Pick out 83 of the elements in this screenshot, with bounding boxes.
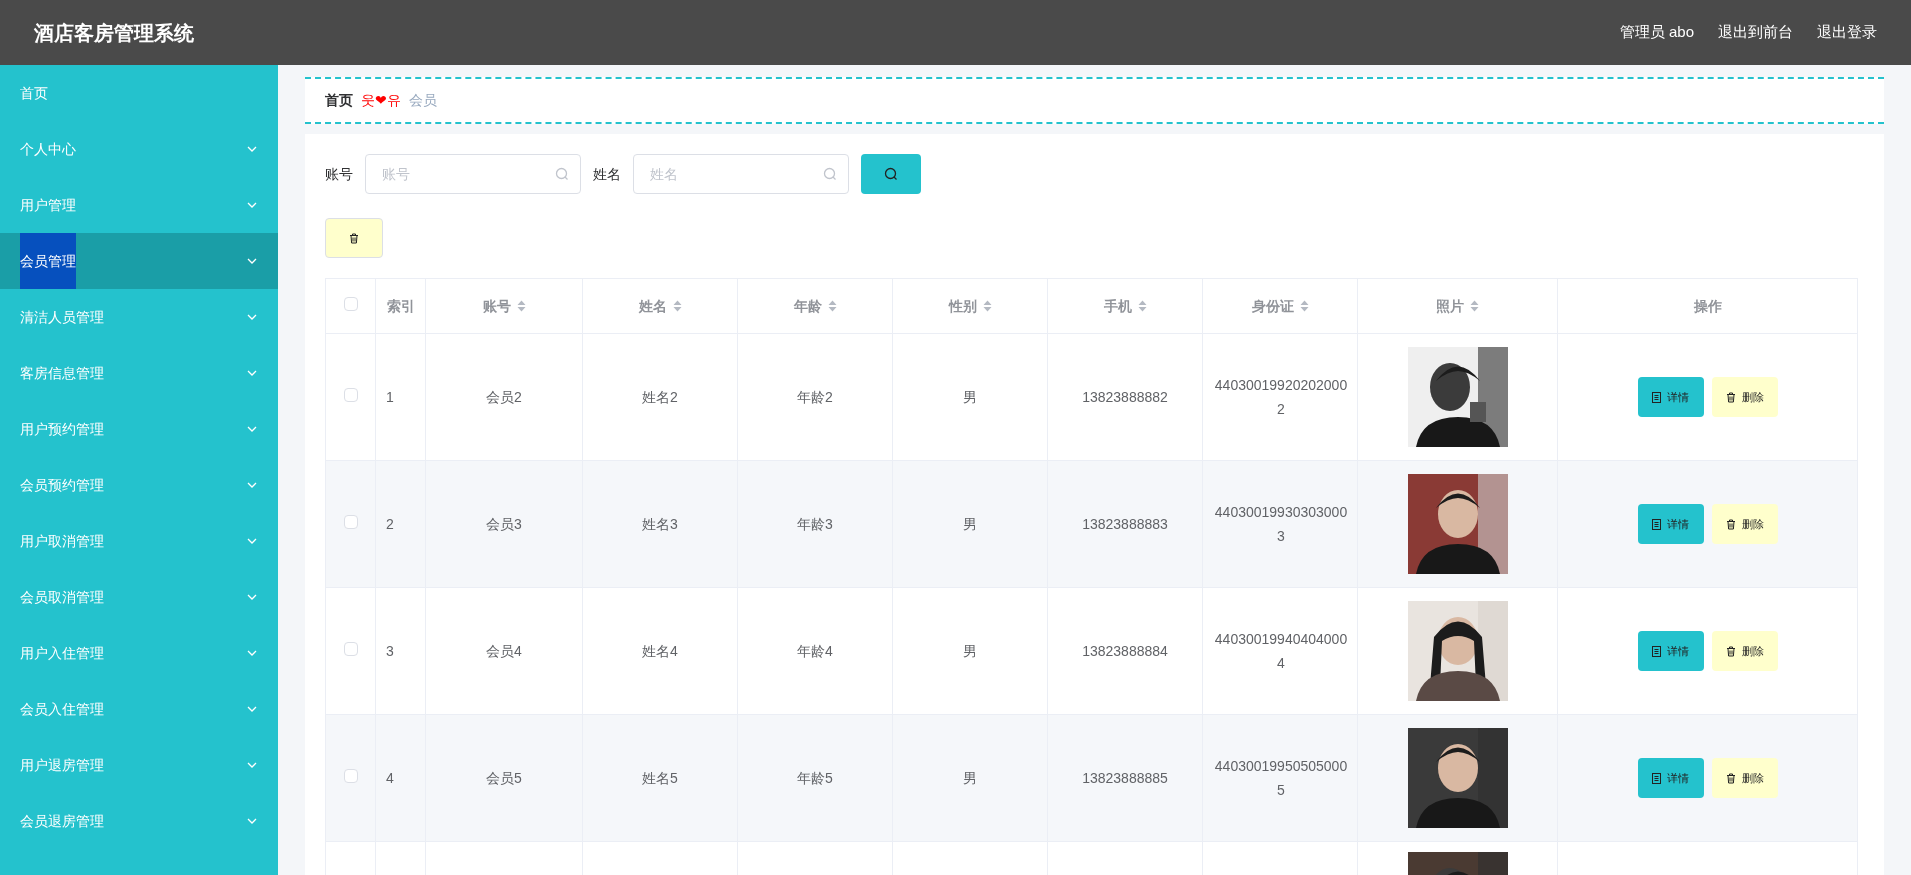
column-header: 手机: [1103, 296, 1132, 316]
table-cell: 会员3: [486, 516, 522, 532]
table-cell: 会员5: [486, 770, 522, 786]
table-cell-text: 440300199404040004: [1213, 630, 1349, 673]
table-cell: 年龄2: [797, 389, 833, 405]
header-link[interactable]: 退出登录: [1817, 21, 1877, 44]
trash-icon: [1725, 391, 1736, 403]
search-field[interactable]: 账号: [365, 154, 581, 194]
details-button[interactable]: 详情: [1637, 631, 1704, 671]
header-link[interactable]: 退出到前台: [1718, 21, 1793, 44]
delete-row-button[interactable]: 删除: [1711, 377, 1778, 417]
app-title: 酒店客房管理系统: [34, 20, 194, 46]
row-checkbox[interactable]: [343, 514, 358, 529]
sort-icon[interactable]: [1470, 300, 1479, 312]
table-cell-text: 440300199202020002: [1213, 376, 1349, 419]
delete-row-button[interactable]: 删除: [1711, 504, 1778, 544]
column-header: 照片: [1436, 296, 1464, 316]
document-icon: [1652, 518, 1661, 530]
search-icon: [823, 167, 837, 181]
column-header: 性别: [948, 296, 977, 316]
trash-icon: [349, 232, 359, 244]
column-header: 身份证: [1251, 296, 1294, 316]
field-label: 姓名: [593, 164, 621, 184]
column-header: 姓名: [638, 296, 667, 316]
document-icon: [1652, 772, 1661, 784]
details-button[interactable]: 详情: [1637, 758, 1704, 798]
details-button[interactable]: 详情: [1637, 504, 1704, 544]
sort-icon[interactable]: [827, 300, 837, 312]
table-cell: 年龄3: [797, 516, 833, 532]
table-cell: 男: [963, 770, 977, 786]
sort-icon[interactable]: [1137, 300, 1147, 312]
table-cell: 年龄5: [797, 770, 833, 786]
table-cell-text: 440300199303030003: [1213, 503, 1349, 546]
breadcrumb-link[interactable]: 首页: [325, 90, 353, 111]
table-cell: 姓名4: [642, 643, 678, 659]
table-cell: 2: [386, 516, 394, 532]
table-cell: 年龄4: [797, 643, 833, 659]
column-header: 操作: [1693, 296, 1722, 316]
table-cell: 姓名2: [642, 389, 678, 405]
table-cell: 13823888883: [1082, 516, 1168, 532]
table-cell: 会员4: [486, 643, 522, 659]
row-checkbox[interactable]: [343, 387, 358, 402]
table-cell: 13823888885: [1082, 770, 1168, 786]
row-checkbox[interactable]: [343, 641, 358, 656]
search-button[interactable]: [861, 154, 921, 194]
table-cell: 姓名3: [642, 516, 678, 532]
trash-icon: [1725, 518, 1736, 530]
row-checkbox[interactable]: [343, 768, 358, 783]
sort-icon[interactable]: [1299, 300, 1309, 312]
header-link[interactable]: 管理员 abo: [1619, 21, 1694, 44]
field-label: 账号: [325, 164, 353, 184]
table-cell: 会员2: [486, 389, 522, 405]
sort-icon[interactable]: [516, 300, 526, 312]
table-cell: 男: [963, 516, 977, 532]
search-icon: [884, 167, 898, 181]
table-cell: 姓名5: [642, 770, 678, 786]
document-icon: [1652, 645, 1661, 657]
select-all-checkbox[interactable]: [343, 296, 358, 311]
trash-icon: [1725, 772, 1736, 784]
sort-icon[interactable]: [672, 300, 682, 312]
table-cell: 男: [963, 389, 977, 405]
details-button[interactable]: 详情: [1637, 377, 1704, 417]
document-icon: [1652, 391, 1661, 403]
column-header: 年龄: [793, 296, 822, 316]
table-cell: 13823888882: [1082, 389, 1168, 405]
breadcrumb-separator: 웃❤유: [361, 91, 401, 110]
breadcrumb-current: 会员: [409, 91, 437, 110]
menu-item[interactable]: 会员管理: [0, 233, 278, 289]
table-cell: 4: [386, 770, 394, 786]
search-field[interactable]: 姓名: [633, 154, 849, 194]
table-cell: 男: [963, 643, 977, 659]
delete-row-button[interactable]: 删除: [1711, 631, 1778, 671]
table-cell: 1: [386, 389, 394, 405]
column-header: 账号: [482, 296, 511, 316]
delete-button[interactable]: [325, 218, 383, 258]
table-cell: 13823888884: [1082, 643, 1168, 659]
trash-icon: [1725, 645, 1736, 657]
column-header: 索引: [386, 296, 415, 316]
table-cell: 3: [386, 643, 394, 659]
search-icon: [555, 167, 569, 181]
delete-row-button[interactable]: 删除: [1711, 758, 1778, 798]
table-cell-text: 440300199505050005: [1213, 757, 1349, 800]
sort-icon[interactable]: [982, 300, 992, 312]
